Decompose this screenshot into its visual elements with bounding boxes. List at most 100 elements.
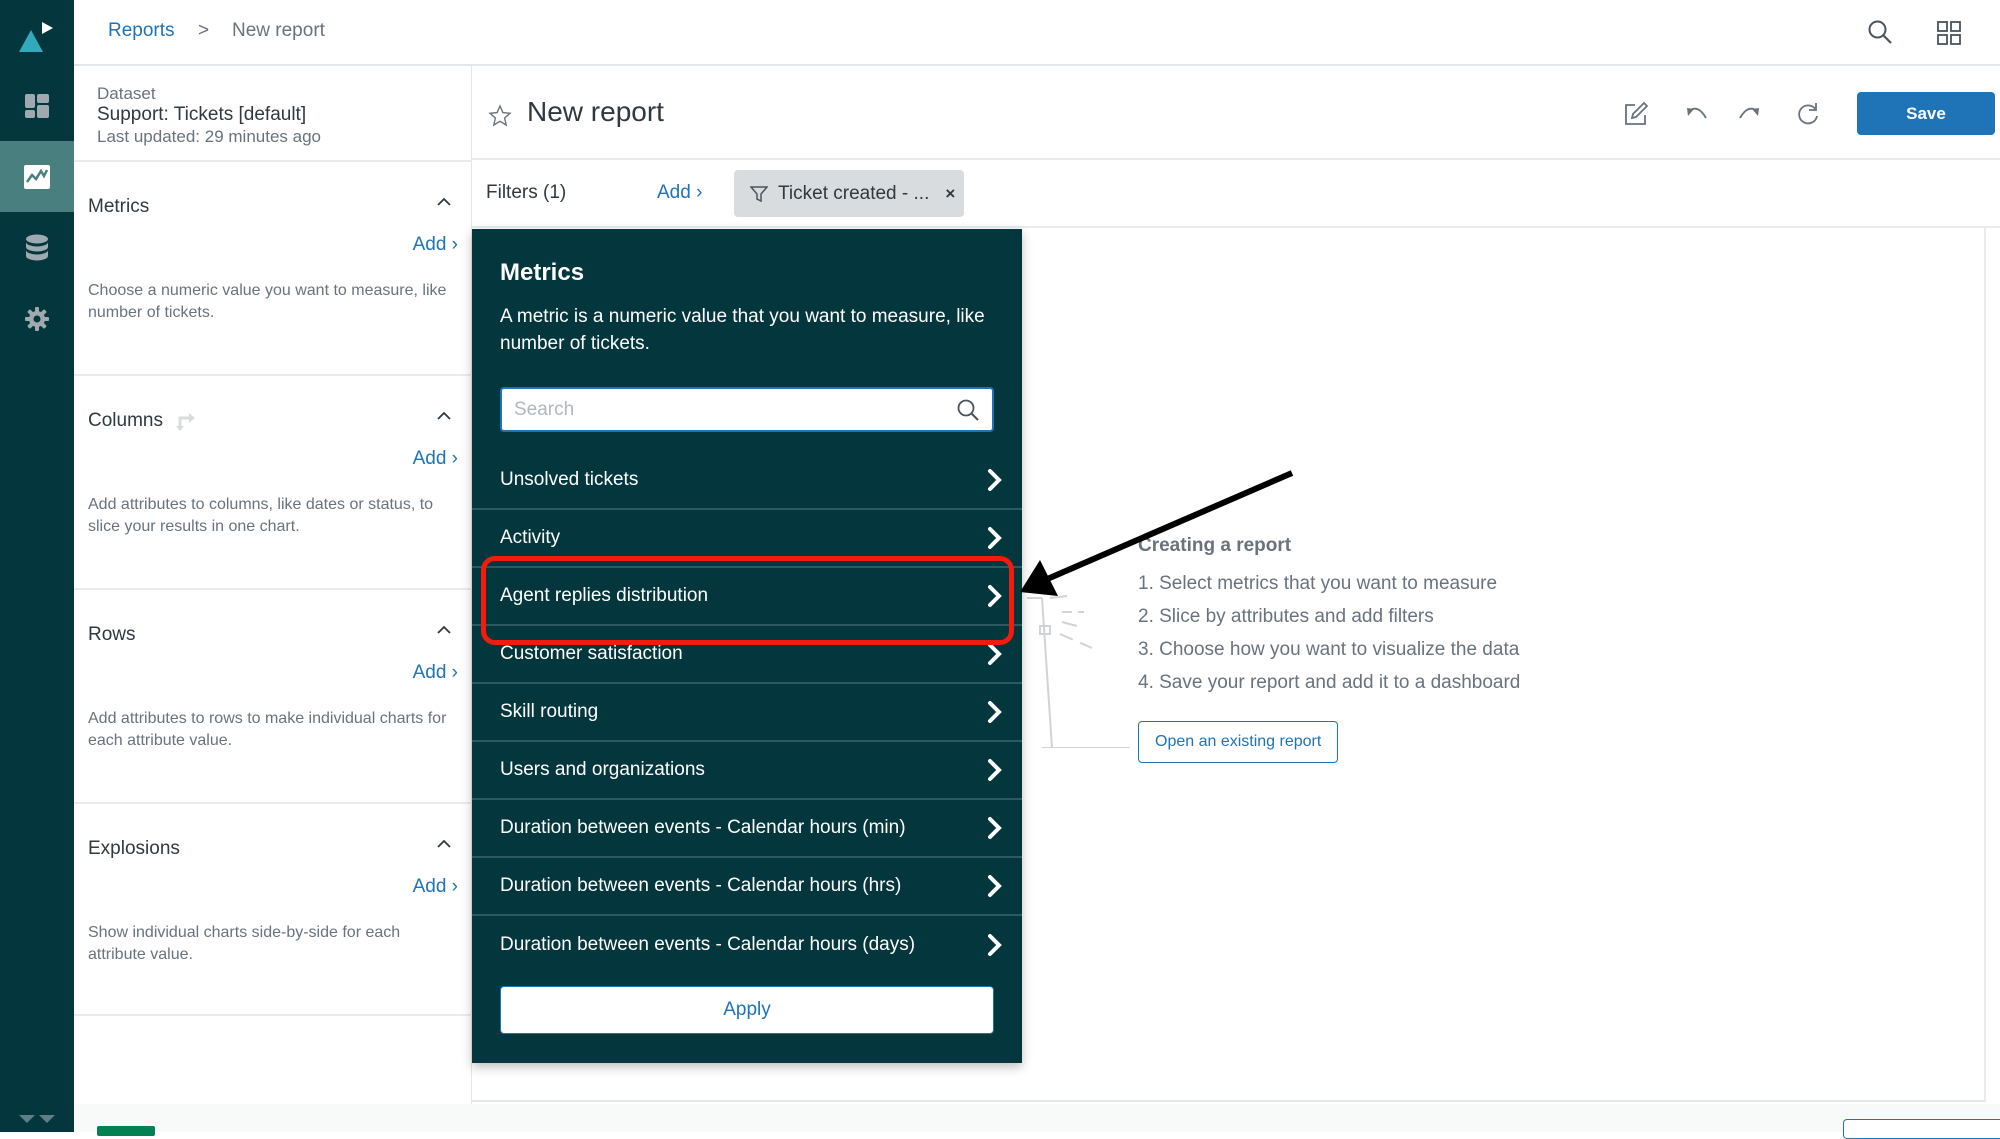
filter-chip-label: Ticket created - ... bbox=[778, 182, 930, 204]
chevron-right-icon bbox=[988, 469, 1002, 491]
open-existing-report-button[interactable]: Open an existing report bbox=[1138, 721, 1339, 763]
guide-step: 3. Choose how you want to visualize the … bbox=[1138, 639, 1520, 660]
filter-bar: Filters (1) Add › Ticket created - ... × bbox=[472, 160, 2000, 228]
metric-category-item[interactable]: Unsolved tickets bbox=[472, 452, 1022, 510]
star-icon[interactable] bbox=[488, 104, 512, 128]
nav-item-settings[interactable] bbox=[0, 283, 74, 354]
dataset-name: Support: Tickets [default] bbox=[97, 104, 307, 125]
breadcrumb-separator: > bbox=[198, 20, 210, 41]
metric-category-label: Activity bbox=[500, 527, 561, 548]
metric-category-item[interactable]: Users and organizations bbox=[472, 742, 1022, 800]
metrics-add-link[interactable]: Add › bbox=[413, 234, 458, 256]
metric-category-label: Customer satisfaction bbox=[500, 643, 683, 664]
product-logo-icon bbox=[19, 21, 53, 52]
chevron-right-icon bbox=[988, 934, 1002, 956]
refresh-icon[interactable] bbox=[1794, 100, 1822, 128]
metric-category-item[interactable]: Duration between events - Calendar hours… bbox=[472, 858, 1022, 916]
metric-category-label: Agent replies distribution bbox=[500, 585, 709, 606]
explosions-description: Show individual charts side-by-side for … bbox=[88, 924, 401, 963]
guide-step: 4. Save your report and add it to a dash… bbox=[1138, 672, 1521, 693]
close-icon[interactable]: × bbox=[945, 184, 955, 204]
metric-category-label: Duration between events - Calendar hours… bbox=[500, 934, 916, 955]
metric-category-label: Unsolved tickets bbox=[500, 469, 639, 490]
columns-add-link[interactable]: Add › bbox=[413, 448, 458, 470]
filters-add-link[interactable]: Add › bbox=[657, 182, 702, 204]
edit-icon[interactable] bbox=[1622, 100, 1650, 128]
undo-icon[interactable] bbox=[1684, 100, 1712, 128]
metric-category-item[interactable]: Customer satisfaction bbox=[472, 626, 1022, 684]
nav-item-datasets[interactable] bbox=[0, 212, 74, 283]
apps-grid-icon[interactable] bbox=[1937, 21, 1961, 45]
metric-list: Unsolved tickets Activity Agent replies di… bbox=[472, 452, 1022, 974]
popover-title: Metrics bbox=[500, 259, 585, 286]
report-title[interactable]: New report bbox=[527, 96, 664, 128]
chevron-right-icon bbox=[988, 759, 1002, 781]
database-icon bbox=[26, 234, 48, 260]
guide-step: 1. Select metrics that you want to measu… bbox=[1138, 573, 1498, 594]
empty-state-illustration bbox=[1027, 595, 1130, 748]
search-icon[interactable] bbox=[956, 398, 980, 422]
chevron-right-icon bbox=[988, 875, 1002, 897]
redo-icon[interactable] bbox=[1734, 100, 1762, 128]
dataset-updated: Last updated: 29 minutes ago bbox=[97, 127, 321, 146]
metric-category-item[interactable]: Duration between events - Calendar hours… bbox=[472, 800, 1022, 858]
chevron-right-icon bbox=[988, 643, 1002, 665]
guide-step: 2. Slice by attributes and add filters bbox=[1138, 606, 1434, 627]
chevron-up-icon[interactable] bbox=[434, 834, 454, 854]
chevron-up-icon[interactable] bbox=[434, 620, 454, 640]
chevron-right-icon bbox=[988, 527, 1002, 549]
metric-search-input[interactable] bbox=[514, 389, 944, 430]
left-nav bbox=[0, 0, 74, 1132]
metric-search-field[interactable] bbox=[500, 387, 994, 432]
dataset-label: Dataset bbox=[97, 84, 156, 103]
metric-category-label: Skill routing bbox=[500, 701, 599, 722]
metrics-section: Metrics Add › Choose a numeric value you… bbox=[74, 160, 472, 374]
rows-add-link[interactable]: Add › bbox=[413, 662, 458, 684]
chevron-right-icon bbox=[988, 585, 1002, 607]
nav-item-reports[interactable] bbox=[0, 141, 74, 212]
metric-category-item[interactable]: Skill routing bbox=[472, 684, 1022, 742]
metric-category-item[interactable]: Agent replies distribution bbox=[472, 568, 1022, 626]
creating-report-guide: Creating a report 1. Select metrics that… bbox=[1138, 535, 1520, 763]
filters-label: Filters (1) bbox=[486, 182, 567, 203]
chevron-up-icon[interactable] bbox=[434, 192, 454, 212]
popover-description: A metric is a numeric value that you wan… bbox=[500, 306, 985, 354]
rows-section-title: Rows bbox=[88, 624, 136, 645]
chevron-right-icon bbox=[988, 701, 1002, 723]
nav-logo[interactable] bbox=[0, 0, 74, 71]
swap-icon[interactable] bbox=[174, 410, 196, 432]
brand-logo-icon bbox=[19, 1115, 55, 1123]
nav-zendesk-logo bbox=[0, 1100, 74, 1132]
metric-category-item[interactable]: Activity bbox=[472, 510, 1022, 568]
breadcrumb-reports-link[interactable]: Reports bbox=[108, 20, 175, 42]
apply-button[interactable]: Apply bbox=[500, 986, 994, 1034]
line-chart-icon bbox=[24, 164, 50, 189]
bottom-bar bbox=[74, 1104, 2000, 1139]
top-header: Reports > New report bbox=[74, 0, 2000, 66]
search-icon[interactable] bbox=[1867, 19, 1893, 45]
report-config-panel: Dataset Support: Tickets [default] Last … bbox=[74, 66, 472, 1104]
filter-funnel-icon bbox=[750, 185, 768, 202]
save-button[interactable]: Save bbox=[1857, 92, 1995, 135]
metrics-section-title: Metrics bbox=[88, 196, 150, 217]
nav-item-dashboards[interactable] bbox=[0, 70, 74, 141]
columns-section-title: Columns bbox=[88, 410, 163, 431]
filter-chip[interactable]: Ticket created - ... × bbox=[734, 170, 964, 217]
columns-description: Add attributes to columns, like dates or… bbox=[88, 496, 434, 535]
explosions-section-title: Explosions bbox=[88, 838, 180, 859]
bottom-action-button[interactable] bbox=[1843, 1119, 2000, 1139]
rows-description: Add attributes to rows to make individua… bbox=[88, 710, 447, 749]
metric-category-label: Duration between events - Calendar hours… bbox=[500, 875, 902, 896]
chevron-up-icon[interactable] bbox=[434, 406, 454, 426]
guide-title: Creating a report bbox=[1138, 535, 1292, 556]
metric-category-label: Users and organizations bbox=[500, 759, 705, 780]
explosions-add-link[interactable]: Add › bbox=[413, 876, 458, 898]
report-title-bar: New report Save bbox=[472, 66, 2000, 160]
dashboard-icon bbox=[25, 93, 49, 118]
metrics-description: Choose a numeric value you want to measu… bbox=[88, 282, 447, 321]
gear-icon bbox=[25, 306, 49, 331]
explosions-section: Explosions Add › Show individual charts … bbox=[74, 802, 472, 1016]
metrics-popover: Metrics A metric is a numeric value that… bbox=[472, 229, 1022, 1063]
rows-section: Rows Add › Add attributes to rows to mak… bbox=[74, 588, 472, 802]
metric-category-item[interactable]: Duration between events - Calendar hours… bbox=[472, 916, 1022, 974]
